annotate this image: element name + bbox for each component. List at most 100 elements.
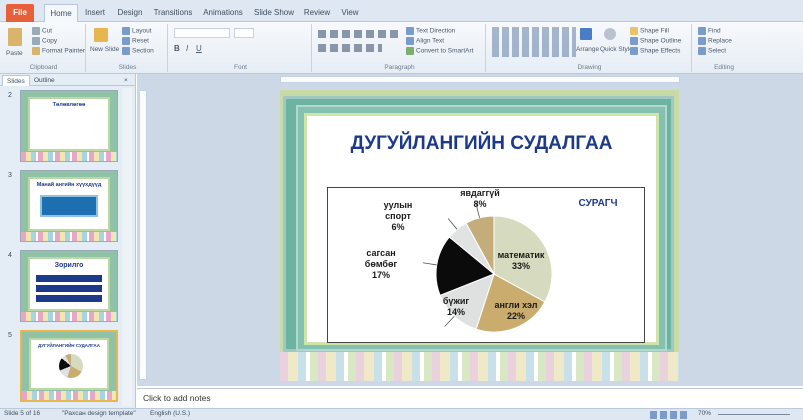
select-button[interactable]: Select [698, 47, 726, 55]
new-slide-button[interactable] [94, 28, 110, 42]
shape-effects-label: Shape Effects [640, 47, 681, 55]
effects-icon [630, 47, 638, 55]
slide-frame-outer: ДУГУЙЛАНГИЙН СУДАЛГАА математик 33% англи … [283, 96, 674, 352]
thumb-bullet [36, 285, 102, 292]
view-buttons[interactable] [650, 411, 690, 419]
thumb-number: 4 [8, 252, 12, 259]
binoculars-icon [698, 27, 706, 35]
thumb-title: Төлөвлөгөө [52, 102, 86, 108]
slide-counter: Slide 5 of 16 [4, 410, 41, 417]
convert-smartart-button[interactable]: Convert to SmartArt [406, 47, 473, 55]
pane-scrollbar[interactable] [122, 88, 132, 406]
pie-leader-line [422, 262, 437, 266]
tab-slides[interactable]: Slides [2, 75, 30, 86]
tab-view[interactable]: View [336, 4, 364, 22]
layout-icon [122, 27, 130, 35]
status-bar: Slide 5 of 16 "Рахсан design template" E… [0, 408, 803, 420]
quick-styles-button[interactable] [604, 28, 618, 40]
notes-pane[interactable]: Click to add notes [137, 388, 803, 408]
tab-outline[interactable]: Outline [30, 75, 59, 86]
outline-icon [630, 37, 638, 45]
shapes-gallery[interactable] [492, 27, 576, 57]
section-label: Section [132, 47, 154, 55]
font-size-box[interactable] [234, 28, 254, 38]
italic-button[interactable]: I [186, 44, 188, 53]
tab-home[interactable]: Home [44, 4, 78, 22]
cut-button[interactable]: Cut [32, 27, 52, 35]
tab-file[interactable]: File [6, 4, 34, 22]
arrange-button[interactable] [580, 28, 594, 40]
scissors-icon [32, 27, 40, 35]
paragraph-group: Text Direction Align Text Convert to Sma… [314, 24, 486, 72]
tab-transitions[interactable]: Transitions [150, 4, 196, 22]
thumb-stripes [21, 232, 117, 241]
shape-fill-button[interactable]: Shape Fill [630, 27, 669, 35]
copy-button[interactable]: Copy [32, 37, 57, 45]
thumb-title: Манай ангийн хүүхдүүд [36, 182, 102, 188]
align-buttons[interactable] [318, 44, 382, 52]
list-buttons[interactable] [318, 30, 398, 38]
thumb-body: Зорилго [28, 257, 110, 311]
zoom-slider[interactable] [718, 414, 790, 415]
pie-data-label: уулын спорт 6% [384, 200, 413, 232]
brush-icon [32, 47, 40, 55]
slide-thumbnail-selected[interactable]: ДУГУЙЛАНГИЙН СУДАЛГАА [20, 330, 118, 402]
tab-review[interactable]: Review [300, 4, 334, 22]
underline-button[interactable]: U [196, 44, 202, 53]
text-direction-button[interactable]: Text Direction [406, 27, 455, 35]
drawing-group-label: Drawing [577, 64, 602, 71]
slide-frame-inner: ДУГУЙЛАНГИЙН СУДАЛГАА математик 33% англи … [296, 105, 667, 351]
pie-chart[interactable]: математик 33% англи хэл 22% бүжиг 14% сагсан бө… [327, 187, 645, 343]
thumb-number: 3 [8, 172, 12, 179]
pie-data-label: сагсан бөмбөг 17% [365, 248, 398, 280]
horizontal-ruler [280, 76, 680, 83]
align-text-button[interactable]: Align Text [406, 37, 444, 45]
font-name-box[interactable] [174, 28, 230, 38]
thumb-number: 2 [8, 92, 12, 99]
slide-thumbnail[interactable]: Манай ангийн хүүхдүүд [20, 170, 118, 242]
copy-icon [32, 37, 40, 45]
theme-name: "Рахсан design template" [62, 410, 136, 417]
slides-pane: Slides Outline × 2 Төлөвлөгөө 3 Манай ан… [0, 74, 136, 408]
thumb-title: ДУГУЙЛАНГИЙН СУДАЛГАА [37, 343, 101, 348]
slide[interactable]: ДУГУЙЛАНГИЙН СУДАЛГАА математик 33% англи … [280, 90, 679, 381]
find-button[interactable]: Find [698, 27, 721, 35]
bold-button[interactable]: B [174, 44, 180, 53]
thumb-stripes [22, 391, 116, 400]
reset-button[interactable]: Reset [122, 37, 149, 45]
tab-insert[interactable]: Insert [80, 4, 110, 22]
shape-effects-button[interactable]: Shape Effects [630, 47, 680, 55]
arrange-label: Arrange [576, 46, 600, 53]
thumb-body: ДУГУЙЛАНГИЙН СУДАЛГАА [29, 338, 109, 390]
title-placeholder[interactable]: ДУГУЙЛАНГИЙН СУДАЛГАА [309, 119, 654, 169]
reset-label: Reset [132, 37, 149, 45]
replace-label: Replace [708, 37, 732, 45]
convert-smartart-label: Convert to SmartArt [416, 47, 474, 55]
font-group: B I U Font [170, 24, 312, 72]
pie-data-label: явдаггүй 8% [460, 188, 500, 209]
thumb-stripes [21, 152, 117, 161]
cut-label: Cut [42, 27, 53, 35]
close-pane-icon[interactable]: × [120, 75, 132, 86]
tab-slide-show[interactable]: Slide Show [252, 4, 296, 22]
slide-thumbnail[interactable]: Төлөвлөгөө [20, 90, 118, 162]
tab-design[interactable]: Design [114, 4, 146, 22]
tab-animations[interactable]: Animations [200, 4, 246, 22]
thumb-bullet [36, 295, 102, 302]
smartart-icon [406, 47, 414, 55]
paragraph-group-label: Paragraph [384, 64, 415, 71]
section-button[interactable]: Section [122, 47, 154, 55]
paste-button[interactable] [8, 28, 24, 46]
chart-title: СУРАГЧ [578, 198, 617, 209]
layout-button[interactable]: Layout [122, 27, 152, 35]
clipboard-group-label: Clipboard [29, 64, 58, 71]
notes-placeholder: Click to add notes [143, 393, 211, 403]
format-painter-button[interactable]: Format Painter [32, 47, 85, 55]
replace-button[interactable]: Replace [698, 37, 732, 45]
thumb-bullet [36, 275, 102, 282]
thumb-title: Зорилго [54, 262, 84, 269]
slide-title: ДУГУЙЛАНГИЙН СУДАЛГАА [350, 133, 613, 154]
slide-thumbnail[interactable]: Зорилго [20, 250, 118, 322]
shape-outline-button[interactable]: Shape Outline [630, 37, 681, 45]
section-icon [122, 47, 130, 55]
